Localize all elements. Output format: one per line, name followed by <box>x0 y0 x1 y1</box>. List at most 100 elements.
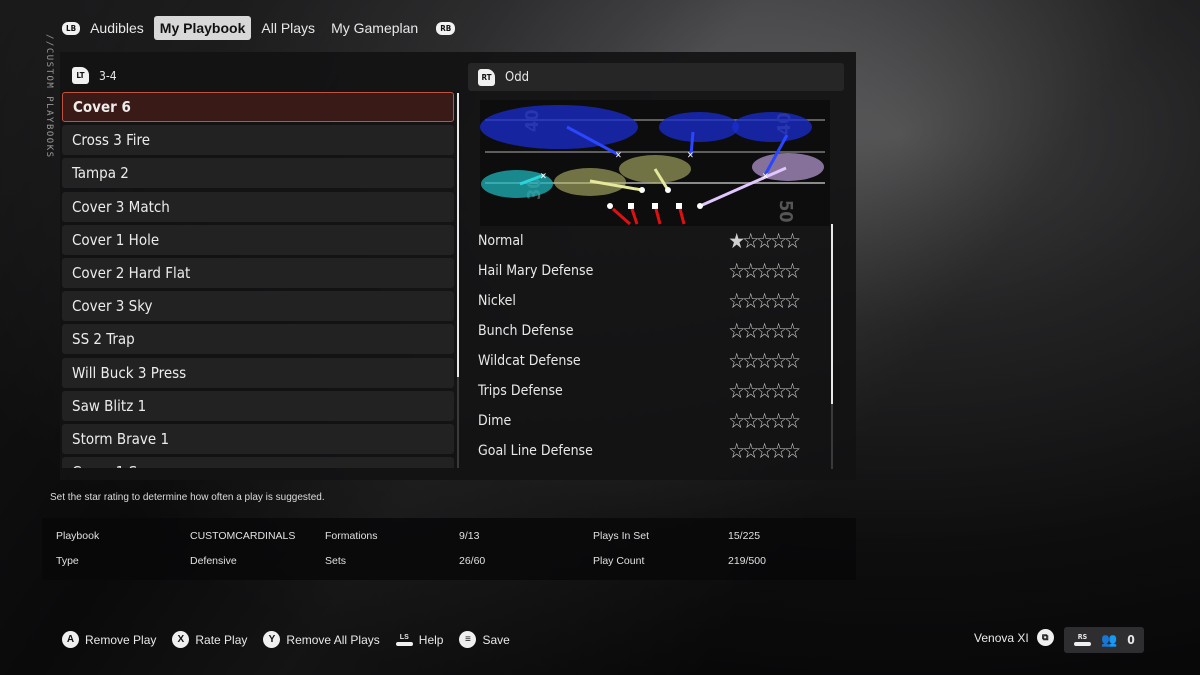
info-value: 219/500 <box>728 555 766 567</box>
play-item[interactable]: Cover 3 Sky <box>62 291 454 322</box>
save-action[interactable]: ≡ Save <box>459 631 510 648</box>
star-rating[interactable]: ☆ ☆ ☆ ☆ ☆ <box>728 440 801 462</box>
play-item[interactable]: Storm Brave 1 <box>62 423 454 454</box>
star-empty-icon[interactable]: ☆ <box>756 410 773 432</box>
star-empty-icon[interactable]: ☆ <box>770 290 787 312</box>
star-empty-icon[interactable]: ☆ <box>770 350 787 372</box>
party-box[interactable]: RS 👥 0 <box>1064 627 1144 653</box>
star-empty-icon[interactable]: ☆ <box>742 380 759 402</box>
play-name: SS 2 Trap <box>72 330 135 349</box>
star-empty-icon[interactable]: ☆ <box>770 440 787 462</box>
star-empty-icon[interactable]: ☆ <box>742 350 759 372</box>
star-empty-icon[interactable]: ☆ <box>770 320 787 342</box>
rating-row[interactable]: Wildcat Defense ☆ ☆ ☆ ☆ ☆ <box>478 346 801 376</box>
help-action[interactable]: LS Help <box>395 633 443 647</box>
rating-row[interactable]: Dime ☆ ☆ ☆ ☆ ☆ <box>478 406 801 436</box>
star-empty-icon[interactable]: ☆ <box>756 440 773 462</box>
star-empty-icon[interactable]: ☆ <box>728 260 745 282</box>
play-item[interactable]: Saw Blitz 1 <box>62 390 454 421</box>
star-empty-icon[interactable]: ☆ <box>742 260 759 282</box>
star-rating[interactable]: ☆ ☆ ☆ ☆ ☆ <box>728 320 801 342</box>
star-empty-icon[interactable]: ☆ <box>728 410 745 432</box>
info-value: 26/60 <box>459 555 486 567</box>
star-empty-icon[interactable]: ☆ <box>742 440 759 462</box>
star-empty-icon[interactable]: ☆ <box>742 290 759 312</box>
play-name: Cover 1 Hole <box>72 230 160 249</box>
star-empty-icon[interactable]: ☆ <box>728 440 745 462</box>
play-item[interactable]: Cover 1 Hole <box>62 224 454 255</box>
rating-row[interactable]: Trips Defense ☆ ☆ ☆ ☆ ☆ <box>478 376 801 406</box>
remove-play-action[interactable]: A Remove Play <box>62 631 156 648</box>
play-name: Cover 3 Sky <box>72 297 153 316</box>
set-header[interactable]: RT Odd <box>468 63 844 91</box>
tab-audibles[interactable]: Audibles <box>84 16 150 40</box>
star-empty-icon[interactable]: ☆ <box>728 350 745 372</box>
star-empty-icon[interactable]: ☆ <box>756 320 773 342</box>
play-item[interactable]: SS 2 Trap <box>62 324 454 355</box>
info-label: Play Count <box>593 555 645 567</box>
star-empty-icon[interactable]: ☆ <box>756 290 773 312</box>
play-name: Cross 3 Fire <box>72 131 151 150</box>
info-label: Type <box>56 555 79 567</box>
play-item[interactable]: Cover 6 <box>62 92 454 122</box>
rating-row[interactable]: Normal ★ ☆ ☆ ☆ ☆ <box>478 226 801 256</box>
party-icon: 👥 <box>1101 632 1118 648</box>
star-empty-icon[interactable]: ☆ <box>756 350 773 372</box>
play-item[interactable]: Will Buck 3 Press <box>62 357 454 388</box>
info-value: CUSTOMCARDINALS <box>190 530 296 542</box>
ratings-scrollbar[interactable] <box>831 224 833 469</box>
star-empty-icon[interactable]: ☆ <box>784 410 801 432</box>
play-item[interactable]: Cover 2 Hard Flat <box>62 257 454 288</box>
star-empty-icon[interactable]: ☆ <box>742 230 759 252</box>
play-list-scrollbar[interactable] <box>457 93 459 468</box>
remove-all-plays-action[interactable]: Y Remove All Plays <box>263 631 380 648</box>
situation-label: Goal Line Defense <box>478 443 593 459</box>
star-empty-icon[interactable]: ☆ <box>784 350 801 372</box>
star-rating[interactable]: ☆ ☆ ☆ ☆ ☆ <box>728 260 801 282</box>
star-empty-icon[interactable]: ☆ <box>770 260 787 282</box>
star-empty-icon[interactable]: ☆ <box>784 380 801 402</box>
formation-header[interactable]: LT 3-4 <box>72 67 117 84</box>
rating-row[interactable]: Goal Line Defense ☆ ☆ ☆ ☆ ☆ <box>478 436 801 466</box>
rating-row[interactable]: Bunch Defense ☆ ☆ ☆ ☆ ☆ <box>478 316 801 346</box>
lb-bumper-icon[interactable]: LB <box>62 21 81 35</box>
star-empty-icon[interactable]: ☆ <box>728 320 745 342</box>
tab-my-gameplan[interactable]: My Gameplan <box>325 16 424 40</box>
star-empty-icon[interactable]: ☆ <box>770 230 787 252</box>
star-empty-icon[interactable]: ☆ <box>742 320 759 342</box>
star-empty-icon[interactable]: ☆ <box>756 260 773 282</box>
play-item[interactable]: Tampa 2 <box>62 158 454 189</box>
play-item[interactable]: Cover 3 Match <box>62 191 454 222</box>
star-rating[interactable]: ★ ☆ ☆ ☆ ☆ <box>728 230 801 252</box>
star-empty-icon[interactable]: ☆ <box>770 410 787 432</box>
rating-row[interactable]: Nickel ☆ ☆ ☆ ☆ ☆ <box>478 286 801 316</box>
star-rating[interactable]: ☆ ☆ ☆ ☆ ☆ <box>728 350 801 372</box>
play-item[interactable]: Cover 1 Spy <box>62 457 454 468</box>
star-empty-icon[interactable]: ☆ <box>784 320 801 342</box>
star-empty-icon[interactable]: ☆ <box>756 230 773 252</box>
rate-play-action[interactable]: X Rate Play <box>172 631 247 648</box>
tab-my-playbook[interactable]: My Playbook <box>153 16 252 40</box>
star-empty-icon[interactable]: ☆ <box>728 290 745 312</box>
yard-number: 50 <box>775 200 796 223</box>
star-empty-icon[interactable]: ☆ <box>770 380 787 402</box>
action-label: Remove Play <box>85 632 157 647</box>
star-filled-icon[interactable]: ★ <box>728 230 745 252</box>
view-button-icon[interactable]: ⧉ <box>1036 629 1054 646</box>
star-empty-icon[interactable]: ☆ <box>784 230 801 252</box>
star-empty-icon[interactable]: ☆ <box>784 290 801 312</box>
svg-text:✕: ✕ <box>762 172 769 182</box>
star-empty-icon[interactable]: ☆ <box>728 380 745 402</box>
star-rating[interactable]: ☆ ☆ ☆ ☆ ☆ <box>728 290 801 312</box>
star-empty-icon[interactable]: ☆ <box>756 380 773 402</box>
star-rating[interactable]: ☆ ☆ ☆ ☆ ☆ <box>728 380 801 402</box>
star-empty-icon[interactable]: ☆ <box>784 440 801 462</box>
play-item[interactable]: Cross 3 Fire <box>62 125 454 156</box>
rb-bumper-icon[interactable]: RB <box>436 21 456 35</box>
star-empty-icon[interactable]: ☆ <box>784 260 801 282</box>
rating-row[interactable]: Hail Mary Defense ☆ ☆ ☆ ☆ ☆ <box>478 256 801 286</box>
star-rating[interactable]: ☆ ☆ ☆ ☆ ☆ <box>728 410 801 432</box>
tab-all-plays[interactable]: All Plays <box>255 16 321 40</box>
star-empty-icon[interactable]: ☆ <box>742 410 759 432</box>
action-label: Rate Play <box>195 632 248 647</box>
